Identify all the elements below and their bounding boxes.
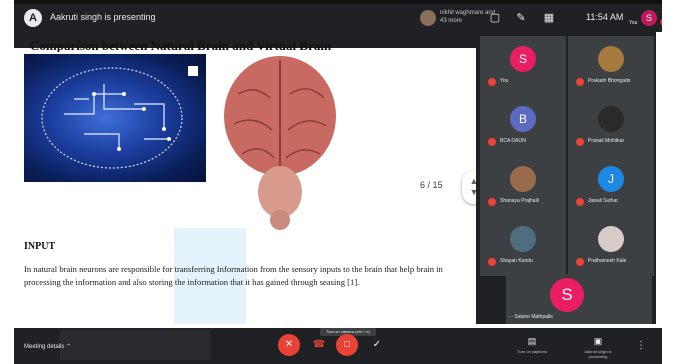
more-options-icon[interactable]: ⋮ xyxy=(636,340,646,351)
page-indicator: 6 / 15 xyxy=(420,180,443,190)
participant-avatar xyxy=(598,226,624,252)
presentation-slide: Comparison between Natural Brain and Vir… xyxy=(14,32,486,324)
participant-name: Shanaya Prajhaili xyxy=(500,198,539,204)
muted-mic-icon xyxy=(488,138,496,146)
participant-tile[interactable]: Pranali Mohitkar xyxy=(568,96,654,156)
participant-name: Shayan Kundu xyxy=(500,258,533,264)
ghost-overlay xyxy=(60,330,210,360)
participant-avatar xyxy=(510,226,536,252)
participant-tile[interactable]: J Jawali Suthar xyxy=(568,156,654,216)
presenting-label: Aakruti singh is presenting xyxy=(50,12,156,22)
frame-left-margin xyxy=(0,0,14,364)
participant-tile[interactable]: Prathamesh Kale xyxy=(568,216,654,276)
bottom-controls-bar: Meeting details ⌃ Turn on camera (ctrl +… xyxy=(14,328,662,364)
mic-off-button[interactable]: ✕ xyxy=(278,334,300,356)
muted-mic-icon xyxy=(576,138,584,146)
leave-call-button[interactable]: ☎ xyxy=(308,334,330,356)
participant-avatar: S xyxy=(510,46,536,72)
active-speaker-avatar: S xyxy=(550,278,584,312)
participant-tile[interactable]: Prakash Bhongade xyxy=(568,36,654,96)
participant-tile[interactable]: Shanaya Prajhaili xyxy=(480,156,566,216)
camera-off-button[interactable]: □ xyxy=(336,334,358,356)
slide-title: Comparison between Natural Brain and Vir… xyxy=(30,38,332,52)
participant-tile[interactable]: Shayan Kundu xyxy=(480,216,566,276)
muted-mic-icon xyxy=(576,258,584,266)
captions-icon[interactable]: ▤ xyxy=(522,336,542,347)
presenting-status-label: Aakruti singh is presenting xyxy=(584,349,612,359)
muted-mic-icon xyxy=(576,198,584,206)
top-bar: A Aakruti singh is presenting nikhil wag… xyxy=(14,4,668,32)
chat-icon[interactable]: ✎ xyxy=(514,11,528,25)
participant-name: You xyxy=(500,78,509,84)
participant-tile[interactable]: S You xyxy=(480,36,566,96)
present-icon[interactable]: ▣ xyxy=(588,336,608,347)
muted-mic-icon xyxy=(488,78,496,86)
frame-right-margin xyxy=(662,0,676,364)
section-heading: INPUT xyxy=(24,241,56,252)
raise-hand-button[interactable]: ✓ xyxy=(366,334,388,356)
participant-name: Jawali Suthar xyxy=(588,198,619,204)
muted-mic-icon xyxy=(488,198,496,206)
participant-avatar xyxy=(598,106,624,132)
virtual-brain-image xyxy=(24,54,206,182)
participant-avatar: B xyxy=(510,106,536,132)
participant-tile[interactable]: B BCA DAON xyxy=(480,96,566,156)
slide-paragraph: In natural brain neurons are responsible… xyxy=(24,264,443,287)
participants-grid: S You Prakash Bhongade B BCA DAON Pranal… xyxy=(476,32,656,324)
participant-name: Prakash Bhongade xyxy=(588,78,631,84)
presenter-avatar-icon: A xyxy=(24,9,42,27)
meet-window: A Aakruti singh is presenting nikhil wag… xyxy=(0,0,676,364)
clock: 11:54 AM xyxy=(586,12,624,22)
you-avatar[interactable]: S xyxy=(641,10,657,26)
activities-icon[interactable]: ▦ xyxy=(542,11,556,25)
active-speaker-tile[interactable]: S ··· Salone Mathpalle xyxy=(506,274,652,324)
natural-brain-image xyxy=(220,54,340,232)
meeting-details-button[interactable]: Meeting details ⌃ xyxy=(24,343,71,350)
active-speaker-name-text: Salone Mathpalle xyxy=(514,314,554,320)
participant-name: Pranali Mohitkar xyxy=(588,138,625,144)
muted-mic-icon xyxy=(576,78,584,86)
participant-name: Prathamesh Kale xyxy=(588,258,627,264)
people-icon[interactable]: ▢ xyxy=(488,11,502,25)
you-label: You xyxy=(629,20,638,26)
participant-name: BCA DAON xyxy=(500,138,526,144)
captions-label: Turn on captions xyxy=(517,349,547,354)
frame-top-border xyxy=(0,0,676,4)
active-speaker-name: ··· Salone Mathpalle xyxy=(508,314,554,320)
participants-avatar[interactable] xyxy=(420,10,436,26)
participant-avatar: J xyxy=(598,166,624,192)
participant-avatar xyxy=(510,166,536,192)
meeting-details-label: Meeting details xyxy=(24,344,65,350)
muted-mic-icon xyxy=(488,258,496,266)
participant-avatar xyxy=(598,46,624,72)
